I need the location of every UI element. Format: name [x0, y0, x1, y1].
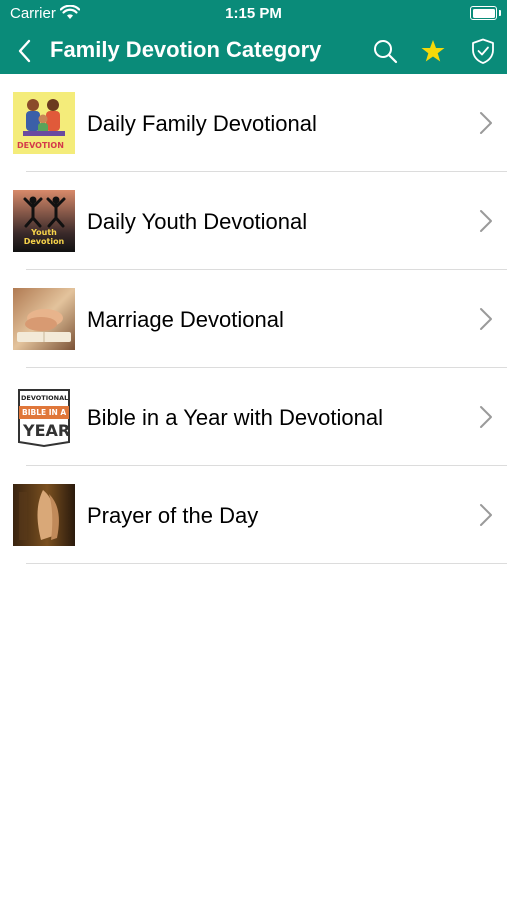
thumb-caption-mid: BIBLE IN A [22, 408, 67, 417]
item-label: Marriage Devotional [87, 307, 284, 332]
praying-hands-icon [17, 309, 71, 342]
chevron-right-icon [480, 406, 492, 428]
thumb-caption-bottom: YEAR [23, 421, 71, 440]
item-label: Prayer of the Day [87, 503, 259, 528]
prayer-thumbnail [13, 484, 75, 546]
prayer-hands-icon [19, 490, 59, 540]
item-label: Daily Family Devotional [87, 111, 317, 136]
chevron-right-icon [480, 308, 492, 330]
list-item[interactable]: DEVOTIONAL BIBLE IN A YEAR Bible in a Ye… [0, 368, 507, 466]
category-list: DEVOTION Daily Family Devotional Youth D… [0, 74, 507, 564]
top-bar: Carrier 1:15 PM Family Devotion Category [0, 0, 507, 74]
youth-thumbnail: Youth Devotion [13, 190, 75, 252]
thumb-caption-top: DEVOTIONAL [21, 394, 69, 402]
page-title: Family Devotion Category [50, 37, 322, 62]
item-label: Daily Youth Devotional [87, 209, 308, 234]
back-chevron-icon[interactable] [14, 38, 36, 64]
thumb-caption: Youth Devotion [23, 228, 65, 246]
status-bar: Carrier 1:15 PM [0, 0, 507, 28]
chevron-right-icon [480, 504, 492, 526]
item-label: Bible in a Year with Devotional [87, 405, 383, 430]
navigation-bar: Family Devotion Category [0, 28, 507, 74]
thumb-caption: DEVOTION [17, 141, 64, 150]
list-item[interactable]: Marriage Devotional [0, 270, 507, 368]
shield-check-icon[interactable] [469, 37, 497, 65]
family-thumbnail: DEVOTION [13, 92, 75, 154]
list-item[interactable]: DEVOTION Daily Family Devotional [0, 74, 507, 172]
chevron-right-icon [480, 112, 492, 134]
chevron-right-icon [480, 210, 492, 232]
row-divider [26, 563, 507, 564]
status-time: 1:15 PM [225, 5, 282, 22]
list-item[interactable]: Prayer of the Day [0, 466, 507, 564]
bible-year-thumbnail: DEVOTIONAL BIBLE IN A YEAR [13, 386, 75, 448]
star-icon[interactable] [419, 37, 447, 65]
marriage-thumbnail [13, 288, 75, 350]
list-item[interactable]: Youth Devotion Daily Youth Devotional [0, 172, 507, 270]
battery-icon [470, 6, 501, 20]
search-icon[interactable] [371, 37, 399, 65]
